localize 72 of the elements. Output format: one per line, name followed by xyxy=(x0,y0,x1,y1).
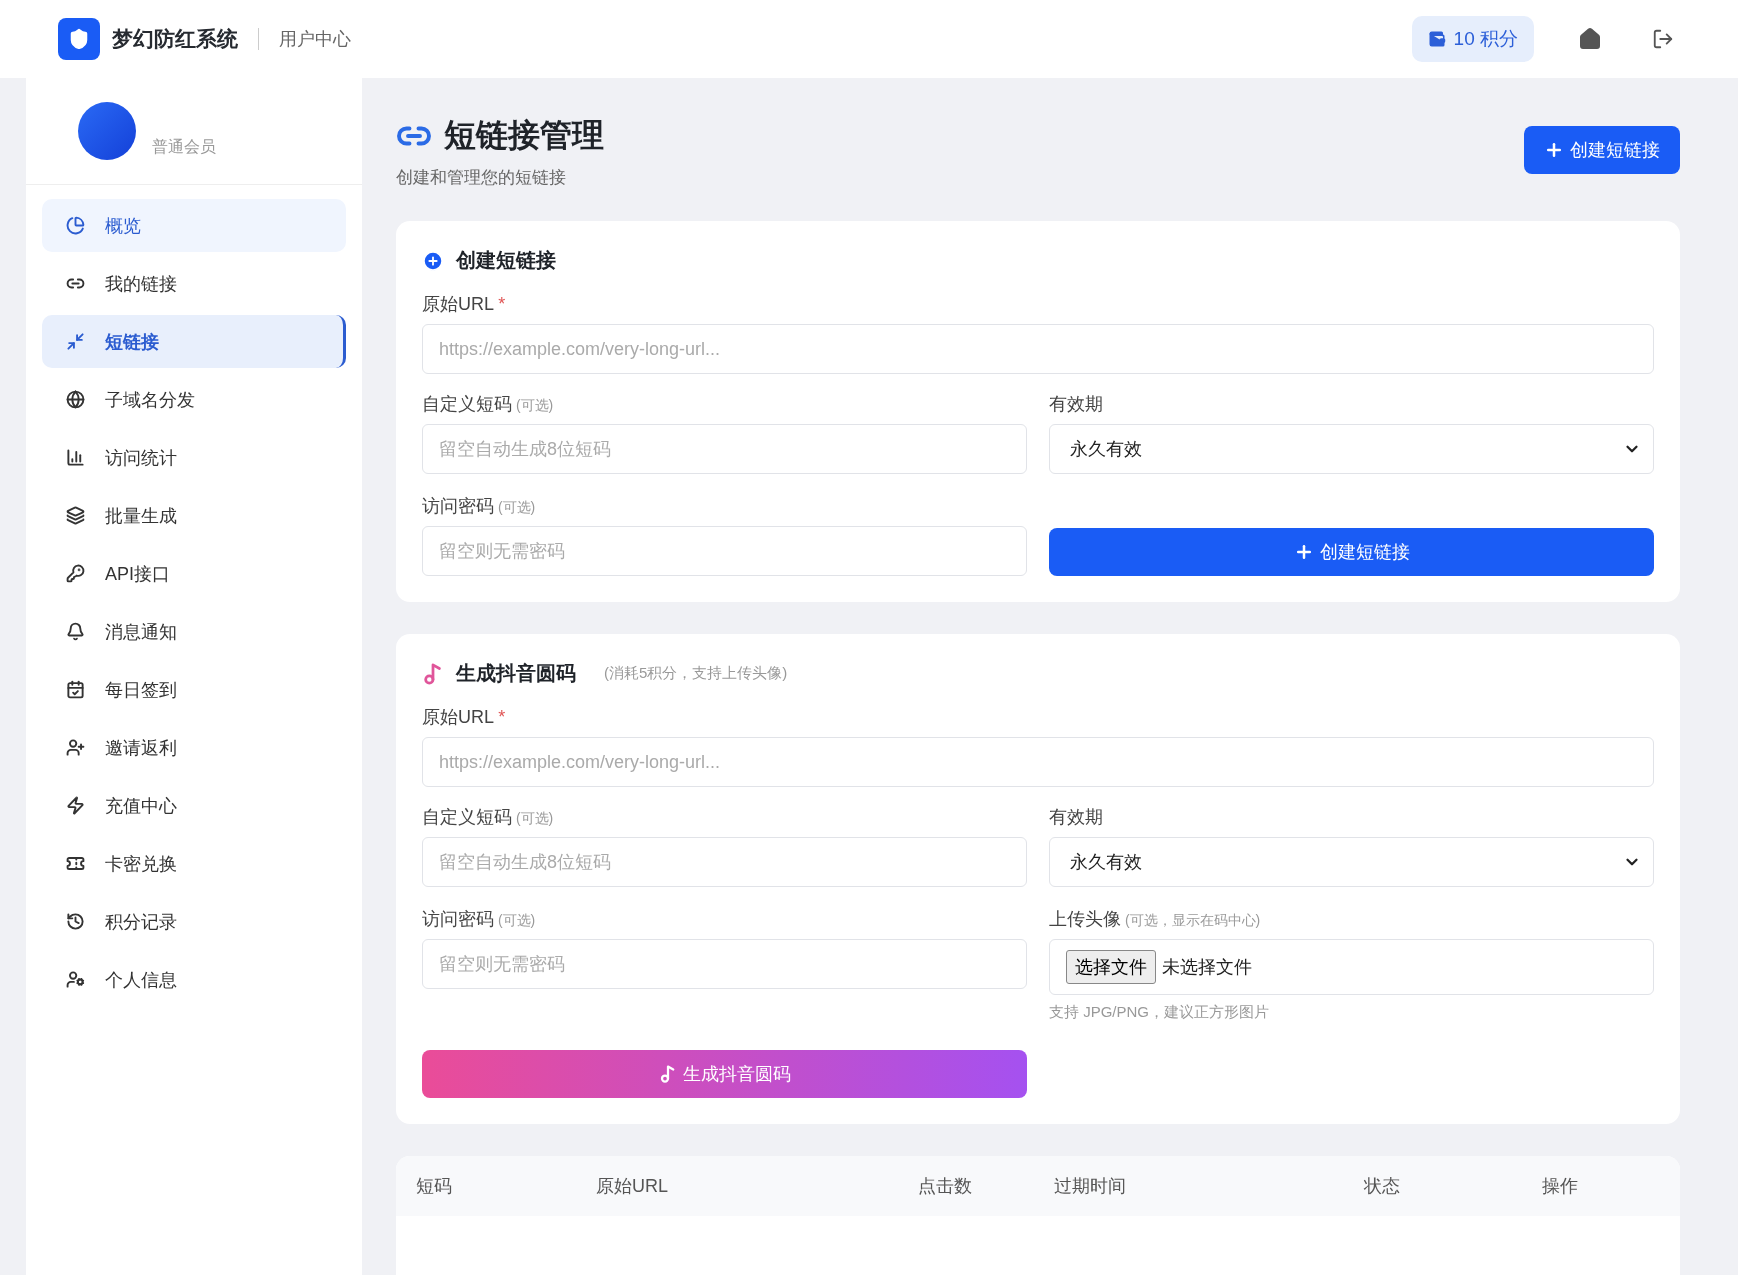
section-title: 用户中心 xyxy=(279,28,351,51)
card-title: 生成抖音圆码 xyxy=(456,661,576,686)
sidebar-item[interactable]: 我的链接 xyxy=(42,257,346,310)
card-title: 创建短链接 xyxy=(456,248,556,273)
column-header: 点击数 xyxy=(918,1175,973,1198)
field-label: 有效期 xyxy=(1049,393,1104,416)
key-icon xyxy=(66,564,85,583)
column-header: 操作 xyxy=(1542,1175,1579,1198)
field-label: 上传头像 (可选，显示在码中心) xyxy=(1049,908,1262,931)
page-subtitle: 创建和管理您的短链接 xyxy=(396,167,567,189)
bell-icon xyxy=(66,622,85,641)
avatar xyxy=(78,102,136,160)
text-field[interactable]: https://example.com/very-long-url... xyxy=(422,737,1654,787)
pie-chart-icon xyxy=(66,216,85,235)
user-gear-icon xyxy=(66,970,85,989)
sidebar-item[interactable]: 积分记录 xyxy=(42,895,346,948)
column-header: 原始URL xyxy=(596,1175,669,1198)
file-field[interactable]: 选择文件 未选择文件 xyxy=(1049,939,1654,995)
text-field[interactable]: 留空则无需密码 xyxy=(422,939,1027,989)
file-status: 未选择文件 xyxy=(1162,956,1252,979)
sidebar-item[interactable]: 批量生成 xyxy=(42,489,346,542)
music-note-icon xyxy=(422,662,444,685)
text-field[interactable]: 留空则无需密码 xyxy=(422,526,1027,576)
compress-arrows-icon xyxy=(66,332,85,351)
shield-logo-icon xyxy=(58,18,100,60)
calendar-check-icon xyxy=(66,680,85,699)
music-note-icon xyxy=(658,1065,677,1083)
sidebar-item[interactable]: API接口 xyxy=(42,547,346,600)
text-field[interactable]: 留空自动生成8位短码 xyxy=(422,424,1027,474)
generate-code-button[interactable]: 生成抖音圆码 xyxy=(422,1050,1027,1098)
ticket-icon xyxy=(66,854,85,873)
field-label: 自定义短码 (可选) xyxy=(422,806,555,829)
page-title: 短链接管理 xyxy=(444,116,604,155)
brand-name: 梦幻防红系统 xyxy=(112,26,238,52)
create-link-button[interactable]: 创建短链接 xyxy=(1049,528,1654,576)
card-note: (消耗5积分，支持上传头像) xyxy=(604,664,788,683)
plus-circle-icon xyxy=(422,249,444,272)
column-header: 短码 xyxy=(416,1175,453,1198)
field-label: 访问密码 (可选) xyxy=(422,495,537,518)
lightning-icon xyxy=(66,796,85,815)
sidebar-item[interactable]: 访问统计 xyxy=(42,431,346,484)
sidebar-item[interactable]: 充值中心 xyxy=(42,779,346,832)
sidebar-item[interactable]: 消息通知 xyxy=(42,605,346,658)
field-label: 原始URL * xyxy=(422,293,507,316)
field-label: 有效期 xyxy=(1049,806,1104,829)
expiry-select[interactable]: 永久有效 xyxy=(1049,424,1654,474)
globe-icon xyxy=(66,390,85,409)
sidebar-item[interactable]: 卡密兑换 xyxy=(42,837,346,890)
column-header: 过期时间 xyxy=(1054,1175,1127,1198)
expiry-select[interactable]: 永久有效 xyxy=(1049,837,1654,887)
text-field[interactable]: 留空自动生成8位短码 xyxy=(422,837,1027,887)
sidebar-item[interactable]: 子域名分发 xyxy=(42,373,346,426)
text-field[interactable]: https://example.com/very-long-url... xyxy=(422,324,1654,374)
history-icon xyxy=(66,912,85,931)
sidebar-item[interactable]: 每日签到 xyxy=(42,663,346,716)
plus-icon xyxy=(1544,140,1564,160)
field-label: 原始URL * xyxy=(422,706,507,729)
sidebar-item[interactable]: 个人信息 xyxy=(42,953,346,1006)
layers-icon xyxy=(66,506,85,525)
user-plus-icon xyxy=(66,738,85,757)
field-label: 自定义短码 (可选) xyxy=(422,393,555,416)
choose-file-button[interactable]: 选择文件 xyxy=(1066,950,1156,984)
points-badge[interactable]: 10 积分 xyxy=(1411,16,1534,62)
create-link-button[interactable]: 创建短链接 xyxy=(1524,126,1680,174)
member-level: 普通会员 xyxy=(152,137,216,157)
upload-hint: 支持 JPG/PNG，建议正方形图片 xyxy=(1049,1003,1270,1022)
column-header: 状态 xyxy=(1364,1175,1401,1198)
field-label: 访问密码 (可选) xyxy=(422,908,537,931)
bar-chart-icon xyxy=(66,448,85,467)
sidebar-item[interactable]: 概览 xyxy=(42,199,346,252)
sidebar-item[interactable]: 短链接 xyxy=(42,315,346,368)
sidebar-item[interactable]: 邀请返利 xyxy=(42,721,346,774)
